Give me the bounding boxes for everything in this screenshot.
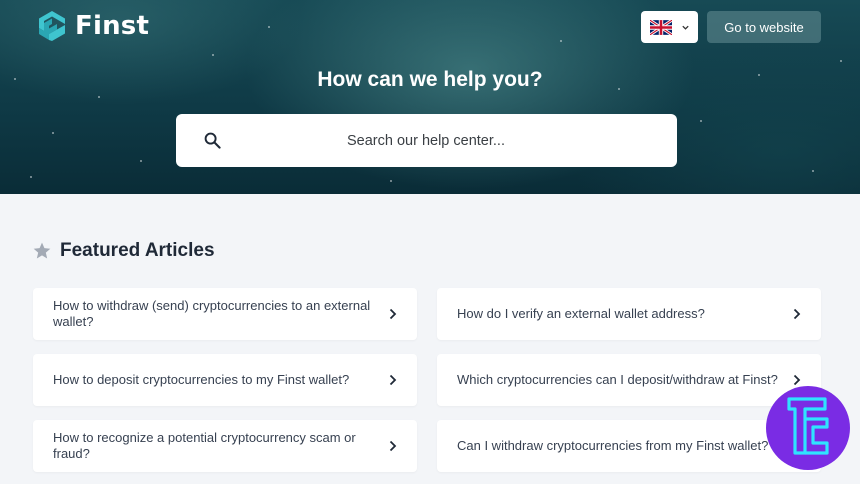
article-title: Can I withdraw cryptocurrencies from my … (457, 438, 769, 453)
decor-star (30, 176, 32, 178)
language-selector[interactable] (641, 11, 698, 43)
brand-name: Finst (75, 11, 150, 41)
section-title: Featured Articles (60, 240, 215, 261)
decor-star (212, 54, 214, 56)
article-card[interactable]: How to withdraw (send) cryptocurrencies … (33, 288, 417, 340)
featured-articles-header: Featured Articles (32, 240, 215, 262)
chevron-right-icon (389, 374, 397, 386)
decor-star (390, 180, 392, 182)
uk-flag-icon (650, 19, 672, 35)
decor-star (268, 26, 270, 28)
tc-logo-icon (787, 397, 829, 455)
decor-star (140, 160, 142, 162)
brand-logo[interactable]: Finst (37, 10, 149, 42)
article-card[interactable]: How to recognize a potential cryptocurre… (33, 420, 417, 472)
decor-star (52, 132, 54, 134)
chevron-right-icon (793, 374, 801, 386)
watermark-badge (766, 386, 850, 470)
search-bar[interactable] (176, 114, 677, 167)
article-title: How to withdraw (send) cryptocurrencies … (53, 298, 371, 329)
chevron-right-icon (793, 308, 801, 320)
article-title: Which cryptocurrencies can I deposit/wit… (457, 372, 778, 387)
article-card[interactable]: How to deposit cryptocurrencies to my Fi… (33, 354, 417, 406)
decor-star (98, 96, 100, 98)
article-title: How do I verify an external wallet addre… (457, 306, 705, 321)
decor-star (560, 40, 562, 42)
chevron-down-icon (682, 25, 689, 30)
decor-star (840, 60, 842, 62)
go-to-website-button[interactable]: Go to website (707, 11, 821, 43)
chevron-right-icon (389, 440, 397, 452)
star-icon (33, 242, 51, 259)
decor-star (812, 170, 814, 172)
hero-banner: Finst Go to website How can we help you? (0, 0, 860, 194)
search-icon (204, 132, 221, 149)
article-card[interactable]: Can I withdraw cryptocurrencies from my … (437, 420, 821, 472)
article-card[interactable]: Which cryptocurrencies can I deposit/wit… (437, 354, 821, 406)
decor-star (700, 120, 702, 122)
article-title: How to deposit cryptocurrencies to my Fi… (53, 372, 350, 387)
search-input[interactable] (236, 114, 616, 167)
page-title: How can we help you? (317, 68, 543, 91)
article-card[interactable]: How do I verify an external wallet addre… (437, 288, 821, 340)
article-title: How to recognize a potential cryptocurre… (53, 430, 356, 461)
finst-logo-icon (39, 11, 65, 41)
chevron-right-icon (389, 308, 397, 320)
